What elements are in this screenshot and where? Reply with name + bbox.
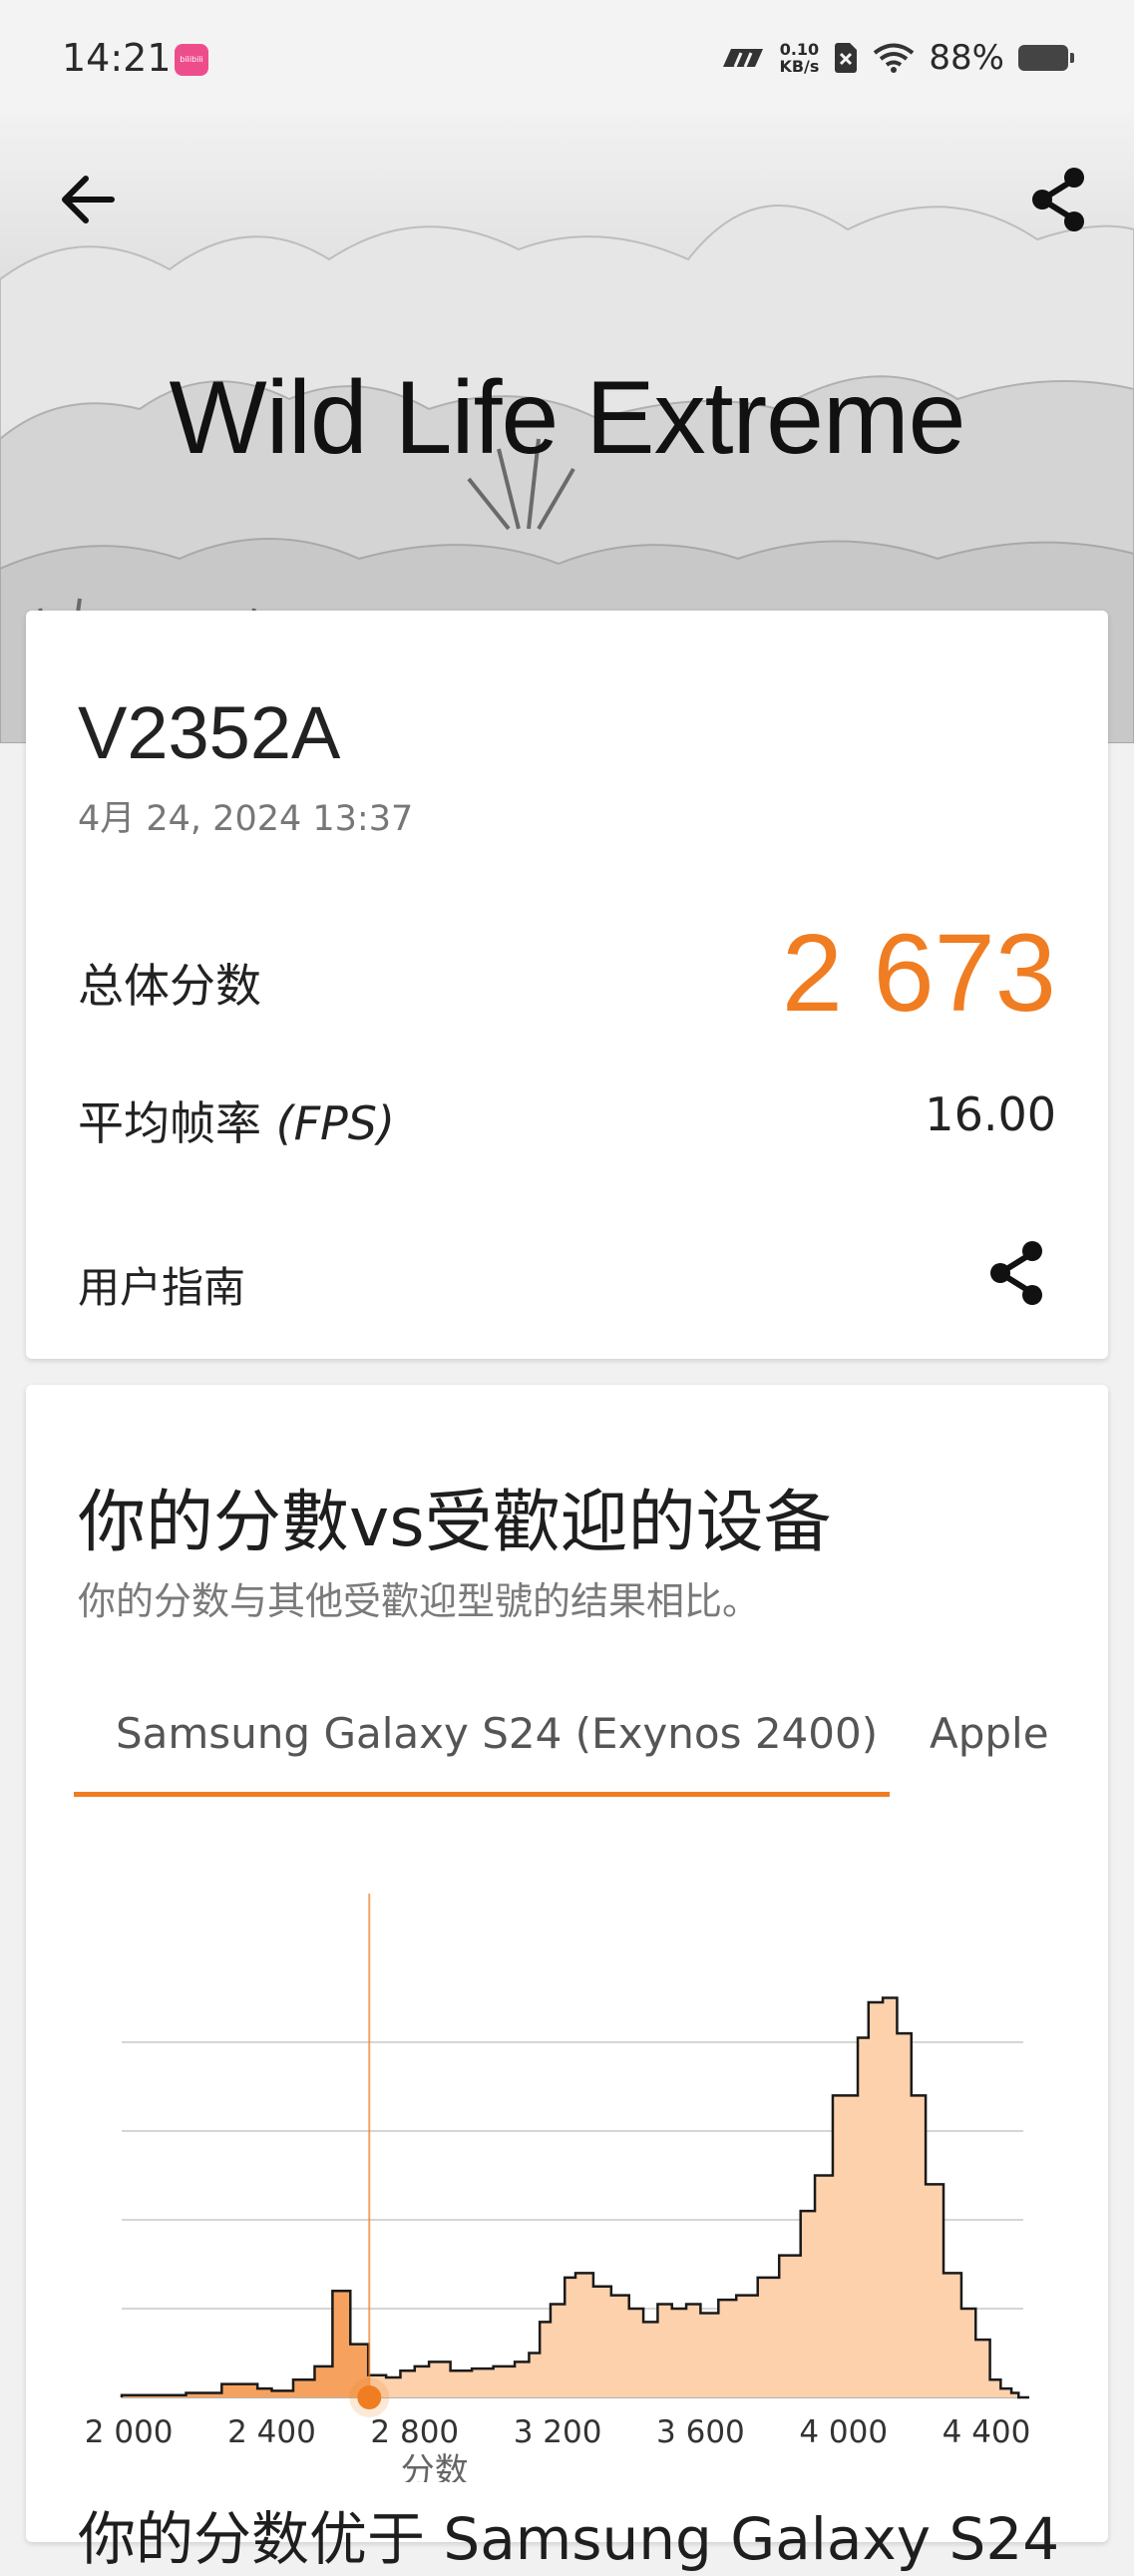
- histogram-bin: [400, 2370, 416, 2397]
- sim-x-icon: [835, 43, 858, 73]
- histogram-bin: [944, 2273, 962, 2397]
- histogram-bin: [228, 2383, 258, 2397]
- histogram-bin: [911, 2095, 927, 2397]
- histogram-bin: [314, 2365, 333, 2397]
- battery-icon: [1018, 45, 1074, 71]
- bilibili-app-icon: bilibili: [175, 44, 208, 76]
- comparison-result-text: 你的分数优于 Samsung Galaxy S24: [78, 2505, 1060, 2573]
- histogram-bin: [575, 2273, 594, 2397]
- score-distribution-chart: 2 000 2 400 2 800 3 200 3 600 4 000 4 400 分数: [85, 1894, 1031, 2482]
- histogram-bin: [529, 2353, 541, 2397]
- histogram-bin: [858, 2037, 870, 2397]
- histogram-bin: [868, 2001, 884, 2397]
- benchmark-title: Wild Life Extreme: [169, 360, 966, 476]
- x-tick-label: 4 000: [799, 2414, 888, 2450]
- status-bar: 14:21 bilibili 0.10 KB/s 88%: [0, 0, 1134, 120]
- comparison-subtitle: 你的分数与其他受歡迎型號的结果相比。: [78, 1579, 761, 1623]
- share-button[interactable]: [1019, 160, 1099, 239]
- net-speed-value: 0.10: [779, 40, 820, 59]
- x-tick-label: 4 400: [943, 2414, 1031, 2450]
- net-speed: 0.10 KB/s: [779, 41, 819, 75]
- wifi-icon: [874, 43, 915, 73]
- share-icon: [990, 1241, 1042, 1305]
- net-speed-unit: KB/s: [779, 57, 820, 76]
- histogram-bin: [450, 2370, 473, 2397]
- share-icon: [1032, 168, 1084, 231]
- user-guide-link[interactable]: 用户指南: [78, 1254, 245, 1315]
- tab-samsung-galaxy-s24[interactable]: Samsung Galaxy S24 (Exynos 2400): [116, 1709, 878, 1758]
- x-tick-label: 2 400: [227, 2414, 316, 2450]
- fps-value: 16.00: [925, 1087, 1056, 1141]
- comparison-card: 你的分數vs受歡迎的设备 你的分数与其他受歡迎型號的结果相比。 Samsung …: [26, 1385, 1108, 2573]
- histogram-bin: [257, 2388, 272, 2397]
- histogram-bin: [736, 2295, 759, 2397]
- histogram-bin: [515, 2361, 530, 2397]
- x-tick-label: 2 800: [370, 2414, 459, 2450]
- histogram-bin: [832, 2095, 859, 2397]
- histogram-bin: [332, 2291, 351, 2397]
- histogram-bin: [550, 2304, 566, 2397]
- histogram-bin: [414, 2365, 430, 2397]
- arrow-left-icon: [62, 176, 115, 223]
- tab-apple[interactable]: Apple: [930, 1709, 1049, 1758]
- histogram-bin: [671, 2309, 687, 2397]
- your-score-marker-dot: [357, 2385, 382, 2409]
- comparison-title: 你的分數vs受歡迎的设备: [78, 1484, 832, 1562]
- x-tick-label: 2 000: [85, 2414, 174, 2450]
- histogram-bin: [718, 2300, 737, 2397]
- status-time: 14:21: [62, 36, 172, 80]
- x-tick-label: 3 200: [514, 2414, 602, 2450]
- histogram-bin: [565, 2277, 576, 2397]
- histogram-bin: [757, 2277, 780, 2397]
- histogram-bin: [800, 2211, 816, 2397]
- histogram-bin: [540, 2322, 552, 2397]
- histogram-bin: [628, 2309, 644, 2397]
- carrier-icon: [723, 49, 764, 68]
- histogram-bin: [610, 2295, 630, 2397]
- histogram-bin: [686, 2304, 701, 2397]
- result-card: V2352A 4月 24, 2024 13:37 总体分数 2 673 平均帧率…: [26, 611, 1108, 1359]
- histogram-bin: [292, 2379, 315, 2397]
- x-axis-label: 分数: [401, 2451, 469, 2482]
- histogram-bin: [592, 2286, 612, 2397]
- histogram-bin: [897, 2033, 913, 2397]
- histogram-bin: [779, 2255, 802, 2397]
- histogram-bin: [493, 2365, 516, 2397]
- test-date: 4月 24, 2024 13:37: [78, 799, 414, 839]
- histogram-bin: [960, 2309, 976, 2397]
- histogram-bin: [429, 2361, 452, 2397]
- overall-score-value: 2 673: [781, 912, 1056, 1035]
- fps-label-text: 平均帧率: [78, 1096, 261, 1150]
- histogram-bin: [883, 1997, 898, 2397]
- fps-label-suffix: (FPS): [275, 1096, 395, 1150]
- histogram-bin: [657, 2304, 673, 2397]
- back-button[interactable]: [48, 160, 128, 239]
- device-name: V2352A: [78, 691, 341, 774]
- histogram-bin: [700, 2313, 719, 2397]
- battery-percent: 88%: [929, 38, 1004, 78]
- x-tick-label: 3 600: [656, 2414, 745, 2450]
- histogram-bin: [975, 2340, 991, 2397]
- active-tab-indicator: [74, 1792, 890, 1797]
- histogram-bin: [815, 2175, 834, 2397]
- overall-score-label: 总体分数: [78, 959, 261, 1013]
- histogram-bin: [472, 2368, 495, 2397]
- guide-share-button[interactable]: [986, 1239, 1048, 1311]
- fps-label: 平均帧率 (FPS): [78, 1087, 395, 1153]
- histogram-bin: [926, 2184, 945, 2397]
- histogram-bin: [643, 2322, 658, 2397]
